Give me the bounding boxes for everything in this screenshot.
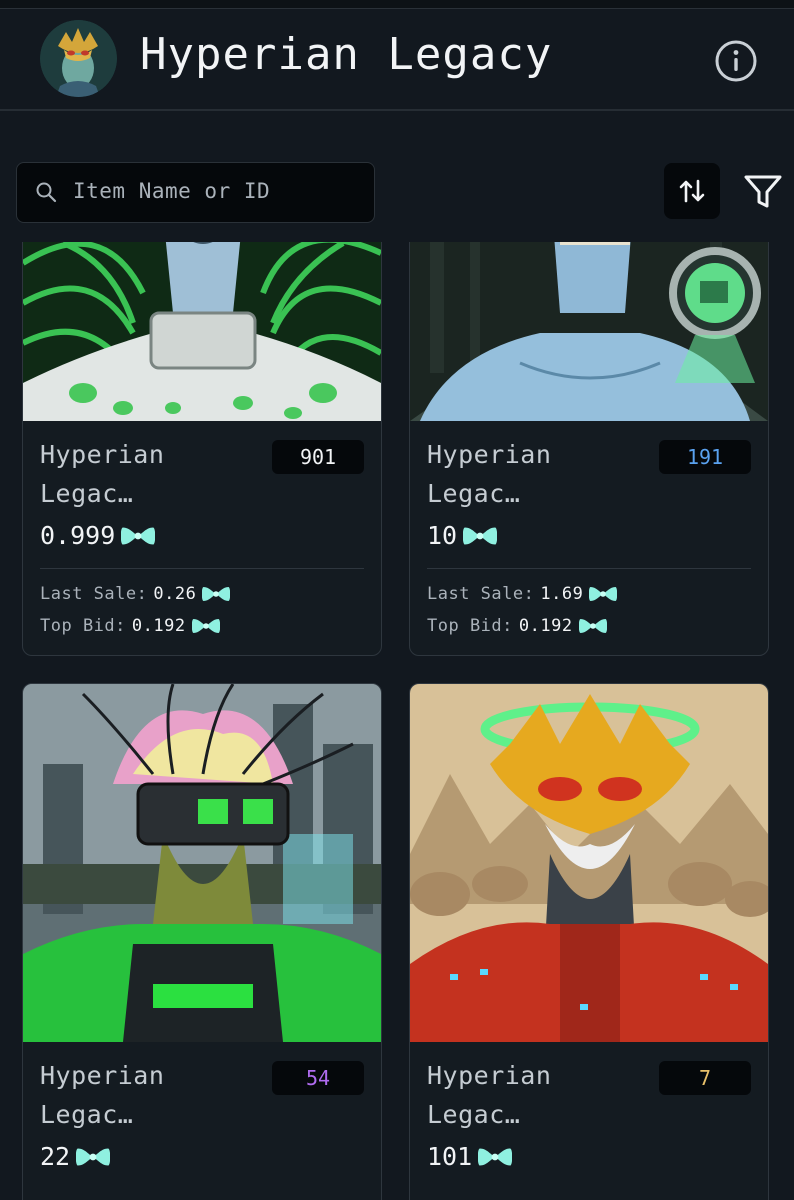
token-bowtie-icon — [121, 524, 155, 548]
divider — [427, 568, 751, 569]
item-card[interactable]: Hyperian Legac… 901 0.999 Last Sale: 0.2… — [22, 242, 382, 656]
filter-button[interactable] — [742, 170, 784, 212]
last-sale-value: 0.26 — [153, 584, 197, 604]
item-price-value: 10 — [427, 521, 458, 550]
token-bowtie-icon — [589, 584, 617, 604]
top-bid-value: 0.192 — [131, 616, 186, 636]
token-bowtie-icon — [463, 524, 497, 548]
last-sale-label: Last Sale: — [40, 584, 148, 604]
item-card[interactable]: Hyperian Legac… 7 101 — [409, 683, 769, 1200]
top-bid: Top Bid: 0.192 — [427, 616, 607, 636]
last-sale-label: Last Sale: — [427, 584, 535, 604]
last-sale-value: 1.69 — [540, 584, 584, 604]
item-image[interactable] — [23, 684, 381, 1042]
filter-funnel-icon — [744, 175, 782, 208]
sort-arrows-icon — [679, 179, 705, 203]
item-price-value: 22 — [40, 1142, 71, 1171]
item-price: 0.999 — [40, 521, 155, 550]
item-image[interactable] — [410, 684, 768, 1042]
item-name-line2: Legac… — [40, 1100, 134, 1129]
token-bowtie-icon — [478, 1145, 512, 1169]
item-name-line2: Legac… — [427, 1100, 521, 1129]
item-name: Hyperian — [40, 1061, 165, 1090]
item-id-badge: 901 — [272, 440, 364, 474]
divider — [40, 568, 364, 569]
token-bowtie-icon — [579, 616, 607, 636]
page-title: Hyperian Legacy — [140, 29, 553, 80]
info-icon — [715, 40, 757, 82]
item-price: 22 — [40, 1142, 110, 1171]
item-name: Hyperian — [427, 440, 552, 469]
item-name-line2: Legac… — [40, 479, 134, 508]
search-icon — [36, 182, 57, 203]
top-bid-value: 0.192 — [518, 616, 573, 636]
item-price: 101 — [427, 1142, 512, 1171]
token-bowtie-icon — [192, 616, 220, 636]
item-name: Hyperian — [40, 440, 165, 469]
item-image[interactable] — [23, 242, 381, 421]
last-sale: Last Sale: 0.26 — [40, 584, 230, 604]
item-name-line2: Legac… — [427, 479, 521, 508]
last-sale: Last Sale: 1.69 — [427, 584, 617, 604]
item-card[interactable]: Hyperian Legac… 191 10 Last Sale: 1.69 T… — [409, 242, 769, 656]
item-price-value: 101 — [427, 1142, 473, 1171]
info-button[interactable] — [714, 39, 758, 83]
item-image[interactable] — [410, 242, 768, 421]
item-price-value: 0.999 — [40, 521, 116, 550]
item-name: Hyperian — [427, 1061, 552, 1090]
item-id-badge: 191 — [659, 440, 751, 474]
item-id-badge: 7 — [659, 1061, 751, 1095]
token-bowtie-icon — [202, 584, 230, 604]
search-input[interactable]: Item Name or ID — [16, 162, 375, 223]
app-header: Hyperian Legacy — [0, 9, 794, 111]
top-bid-label: Top Bid: — [427, 616, 513, 636]
top-bid-label: Top Bid: — [40, 616, 126, 636]
item-id-badge: 54 — [272, 1061, 364, 1095]
token-bowtie-icon — [76, 1145, 110, 1169]
item-price: 10 — [427, 521, 497, 550]
items-grid: Hyperian Legac… 901 0.999 Last Sale: 0.2… — [0, 242, 794, 1200]
sort-button[interactable] — [664, 163, 720, 219]
top-bid: Top Bid: 0.192 — [40, 616, 220, 636]
item-card[interactable]: Hyperian Legac… 54 22 — [22, 683, 382, 1200]
search-placeholder: Item Name or ID — [73, 179, 271, 203]
collection-avatar — [40, 20, 117, 97]
top-bar — [0, 0, 794, 9]
